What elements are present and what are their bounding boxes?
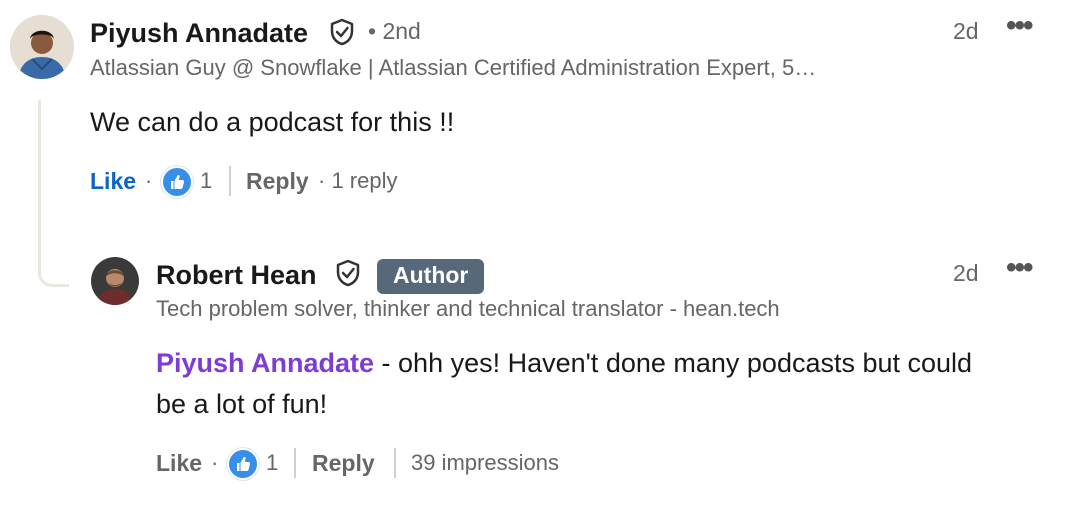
comment-text-line: be a lot of fun! xyxy=(156,389,328,419)
action-divider xyxy=(229,166,231,196)
comment-text: We can do a podcast for this !! xyxy=(90,107,455,137)
comment-author-headline: Atlassian Guy @ Snowflake | Atlassian Ce… xyxy=(90,55,817,80)
thread-line xyxy=(38,100,69,287)
reaction-count[interactable]: 1 xyxy=(200,168,212,194)
verified-shield-icon xyxy=(330,18,354,46)
author-badge: Author xyxy=(377,259,485,294)
verified-shield-icon xyxy=(336,259,360,287)
connection-degree: • 2nd xyxy=(368,18,421,44)
like-button[interactable]: Like xyxy=(90,168,136,195)
like-reaction-icon[interactable] xyxy=(227,448,259,480)
reply-count-link[interactable]: · 1 reply xyxy=(318,168,397,194)
like-reaction-icon[interactable] xyxy=(161,166,193,198)
reaction-count[interactable]: 1 xyxy=(266,450,278,476)
separator-dot: · xyxy=(145,168,153,193)
like-button[interactable]: Like xyxy=(156,450,202,477)
separator-dot: · xyxy=(211,450,219,475)
action-divider xyxy=(394,448,396,478)
comment-text-line: - ohh yes! Haven't done many podcasts bu… xyxy=(374,348,973,378)
impressions-count[interactable]: 39 impressions xyxy=(411,450,559,476)
comment-text: Piyush Annadate - ohh yes! Haven't done … xyxy=(156,343,1056,425)
avatar[interactable] xyxy=(10,15,74,79)
reply-button[interactable]: Reply xyxy=(312,450,375,477)
comment-author-name[interactable]: Piyush Annadate xyxy=(90,18,308,49)
comment-author-headline: Tech problem solver, thinker and technic… xyxy=(156,296,780,321)
comment-timestamp: 2d xyxy=(953,18,979,44)
mention-link[interactable]: Piyush Annadate xyxy=(156,348,374,378)
action-divider xyxy=(294,448,296,478)
more-options-icon[interactable]: ••• xyxy=(1006,9,1033,43)
comment-author-name[interactable]: Robert Hean xyxy=(156,260,317,291)
reply-button[interactable]: Reply xyxy=(246,168,309,195)
comment-timestamp: 2d xyxy=(953,260,979,286)
avatar[interactable] xyxy=(91,257,139,305)
more-options-icon[interactable]: ••• xyxy=(1006,251,1033,285)
